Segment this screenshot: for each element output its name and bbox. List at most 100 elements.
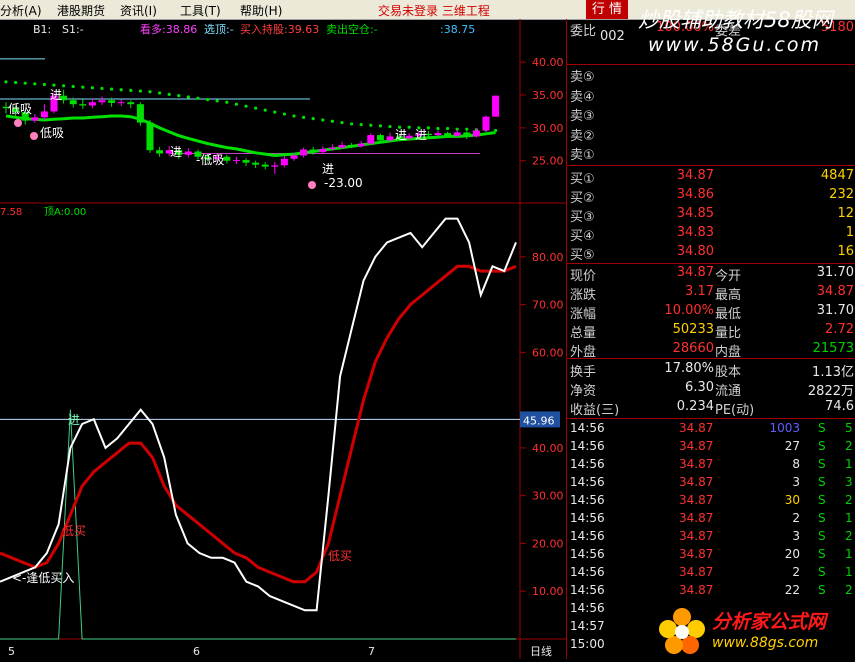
- tick-time: 14:56: [570, 529, 605, 543]
- candle-body: [472, 130, 480, 137]
- tick-time: 14:56: [570, 475, 605, 489]
- buy-volume: 12: [837, 206, 854, 221]
- y-tick-label: 35.00: [532, 89, 564, 102]
- trend-dot: [446, 126, 450, 131]
- menu-analysis[interactable]: 分析(A): [0, 2, 42, 19]
- tick-time: 14:57: [570, 619, 605, 633]
- buy-volume: 232: [829, 187, 854, 202]
- chart-area[interactable]: 40.00 35.00 30.00 25.00 45.96 80.00 70.00 60.0…: [0, 19, 566, 659]
- trend-dot: [52, 83, 56, 87]
- stat-label: 内盘: [715, 345, 742, 360]
- candle-body: [79, 104, 87, 106]
- fundamental-row: 换手 17.80% 股本 1.13亿: [567, 361, 855, 380]
- tick-side: S: [818, 547, 826, 561]
- trend-dot: [426, 126, 430, 130]
- tick-time: 14:56: [570, 601, 605, 615]
- candle-body: [223, 156, 231, 161]
- x-tick-label: 6: [193, 645, 200, 658]
- trend-dot: [81, 85, 85, 89]
- y-tick-label: 70.00: [532, 299, 564, 312]
- tick-side: S: [818, 457, 826, 471]
- upper-panel: 40.00 35.00 30.00 25.00: [0, 56, 564, 189]
- buy-volume: 16: [837, 244, 854, 259]
- trend-dot: [119, 88, 123, 92]
- candle-body: [242, 160, 250, 163]
- trend-dot: [186, 95, 190, 99]
- signal-annotation: 进: [395, 128, 407, 142]
- quote-button[interactable]: 行 情: [586, 0, 628, 19]
- candle-body: [338, 144, 346, 148]
- candle-body: [127, 102, 135, 105]
- sell-level-row: 卖④: [567, 86, 855, 105]
- watermark-title: 炒股辅助教材58股网: [638, 8, 833, 32]
- chart-canvas[interactable]: 40.00 35.00 30.00 25.00 45.96 80.00 70.00 60.0…: [0, 19, 566, 659]
- stat-value: 34.87: [816, 284, 854, 299]
- tick-count: 2: [845, 583, 853, 597]
- trend-dot: [4, 80, 8, 84]
- tick-row: 14:56 34.87 30 S 2: [567, 493, 855, 511]
- menu-news[interactable]: 资讯(I): [120, 2, 157, 19]
- indicator-label: :38.75: [440, 23, 475, 36]
- fundamental-label: 换手: [570, 365, 597, 380]
- indicator-label: S1:-: [62, 23, 84, 36]
- candle-body: [463, 132, 471, 137]
- candle-body: [482, 116, 490, 131]
- tick-side: S: [818, 475, 826, 489]
- tick-price: 34.87: [679, 439, 714, 453]
- tick-time: 14:56: [570, 547, 605, 561]
- watermark-url: www.58Gu.com: [648, 34, 822, 56]
- tick-row: 14:56 34.87 20 S 1: [567, 547, 855, 565]
- candle-body: [40, 111, 48, 118]
- stat-value: 21573: [812, 341, 854, 356]
- tick-time: 14:56: [570, 565, 605, 579]
- trend-dot: [436, 126, 440, 131]
- tick-price: 34.87: [679, 421, 714, 435]
- candle-body: [290, 155, 298, 159]
- trend-dot: [273, 110, 277, 114]
- tick-count: 2: [845, 439, 853, 453]
- flower-logo-icon: [659, 608, 705, 654]
- tick-count: 1: [845, 457, 853, 471]
- candle-body: [88, 102, 96, 106]
- tick-price: 34.87: [679, 457, 714, 471]
- trend-dot: [33, 82, 37, 86]
- tick-volume: 8: [792, 457, 800, 471]
- stat-label: 量比: [715, 326, 742, 341]
- y-tick-label: 60.00: [532, 346, 564, 359]
- trend-dot: [90, 86, 94, 90]
- candle-body: [69, 100, 77, 105]
- tick-volume: 2: [792, 565, 800, 579]
- stat-row: 涨跌 3.17 最高 34.87: [567, 284, 855, 303]
- stat-value: 34.87: [676, 265, 714, 280]
- trend-dot: [350, 122, 354, 126]
- buy-level-label: 买④: [570, 229, 595, 244]
- y-tick-label: 80.00: [532, 251, 564, 264]
- stat-label: 涨跌: [570, 288, 597, 303]
- candle-body: [444, 133, 452, 136]
- trend-dot: [359, 122, 363, 127]
- signal-annotation: 进: [415, 128, 427, 142]
- menu-help[interactable]: 帮助(H): [240, 2, 282, 19]
- buy-price: 34.87: [676, 168, 714, 183]
- stat-label: 现价: [570, 269, 597, 284]
- tick-volume: 1003: [769, 421, 800, 435]
- candle-body: [386, 136, 394, 141]
- tick-price: 34.87: [679, 547, 714, 561]
- tick-side: S: [818, 421, 826, 435]
- fundamental-row: 净资 6.30 流通 2822万: [567, 380, 855, 399]
- buy-level-row: 买③ 34.85 12: [567, 206, 855, 225]
- y-tick-label: 10.00: [532, 585, 564, 598]
- candle-body: [434, 133, 442, 136]
- signal-annotation: 低买: [328, 549, 352, 563]
- candle-body: [453, 132, 461, 136]
- stat-value: 10.00%: [664, 303, 714, 318]
- tick-side: S: [818, 439, 826, 453]
- trend-dot: [14, 80, 18, 85]
- menu-hk-futures[interactable]: 港股期货: [57, 2, 105, 19]
- trend-dot: [167, 92, 171, 96]
- menu-tools[interactable]: 工具(T): [180, 2, 221, 19]
- candle-body: [271, 165, 279, 167]
- tick-time: 14:56: [570, 439, 605, 453]
- indicator-label: 选顶:-: [204, 23, 234, 36]
- tick-time: 14:56: [570, 493, 605, 507]
